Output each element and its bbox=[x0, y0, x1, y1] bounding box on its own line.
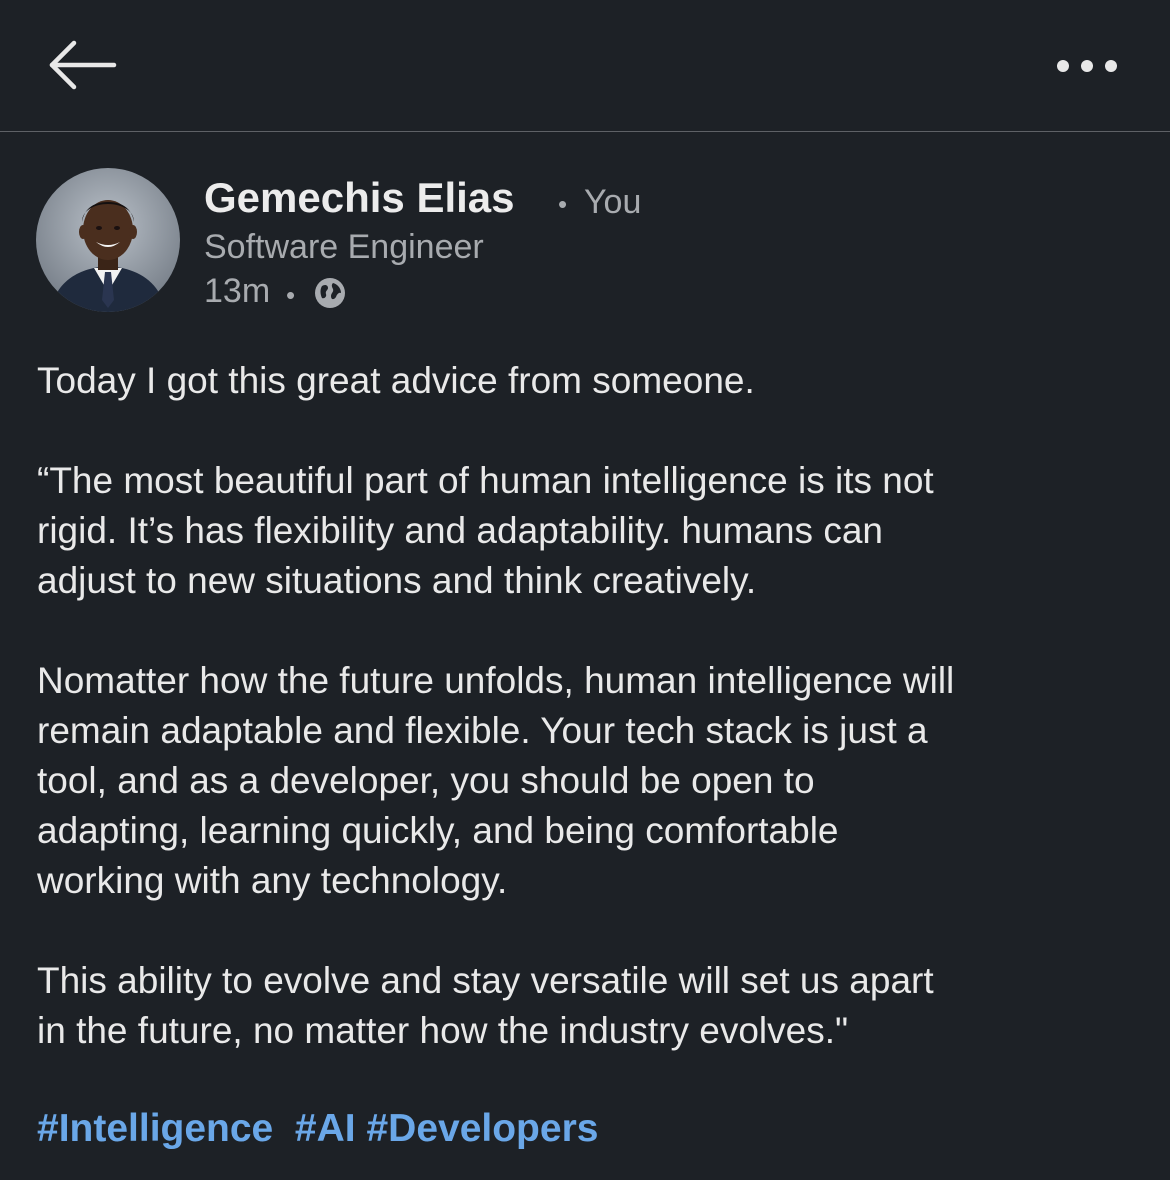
more-options-button[interactable] bbox=[1048, 46, 1126, 86]
hashtag-ai[interactable]: #AI bbox=[295, 1107, 356, 1150]
post-text-line: Today I got this great advice from someo… bbox=[37, 360, 755, 401]
top-navigation-bar bbox=[0, 0, 1170, 132]
post-text-line: rigid. It’s has flexibility and adaptabi… bbox=[37, 510, 883, 551]
separator-dot: • bbox=[558, 189, 568, 219]
post-text-line: tool, and as a developer, you should be … bbox=[37, 760, 815, 801]
post-timestamp: 13m bbox=[204, 272, 271, 310]
relation-label: You bbox=[584, 183, 642, 221]
post-text-line: adjust to new situations and think creat… bbox=[37, 560, 757, 601]
post-text-line: Nomatter how the future unfolds, human i… bbox=[37, 660, 955, 701]
arrow-left-icon bbox=[49, 40, 117, 90]
post-text-line: working with any technology. bbox=[37, 860, 508, 901]
post-text-line: This ability to evolve and stay versatil… bbox=[37, 960, 934, 1001]
author-name[interactable]: Gemechis Elias bbox=[204, 174, 515, 222]
post-text-line: “The most beautiful part of human intell… bbox=[37, 460, 934, 501]
author-headline: Software Engineer bbox=[204, 228, 484, 266]
back-button[interactable] bbox=[44, 34, 124, 96]
author-avatar[interactable] bbox=[36, 168, 180, 312]
separator-dot: • bbox=[286, 280, 296, 310]
hashtag-intelligence[interactable]: #Intelligence bbox=[37, 1107, 273, 1150]
ellipsis-horizontal-icon bbox=[1057, 60, 1117, 72]
post-text-line: adapting, learning quickly, and being co… bbox=[37, 810, 839, 851]
globe-icon bbox=[315, 278, 345, 308]
profile-photo bbox=[36, 168, 180, 312]
post-text: Today I got this great advice from someo… bbox=[37, 356, 1137, 1056]
post-text-line: in the future, no matter how the industr… bbox=[37, 1010, 849, 1051]
hashtag-developers[interactable]: #Developers bbox=[366, 1107, 598, 1150]
hashtag-list: #Intelligence #AI #Developers bbox=[37, 1107, 598, 1151]
post-text-line: remain adaptable and flexible. Your tech… bbox=[37, 710, 928, 751]
